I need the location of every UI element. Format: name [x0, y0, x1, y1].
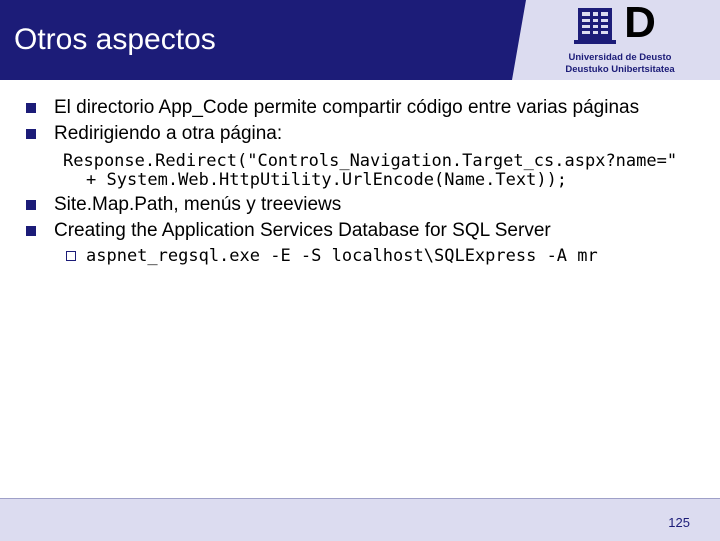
bullet-square-icon: [26, 200, 36, 210]
page-number: 125: [668, 515, 690, 530]
code-line: Response.Redirect("Controls_Navigation.T…: [63, 151, 678, 171]
footer-bar: 125: [0, 498, 720, 541]
bullet-text: Redirigiendo a otra página:: [54, 123, 283, 144]
bullet-text: Creating the Application Services Databa…: [54, 220, 551, 241]
sub-bullet-square-icon: [66, 251, 76, 261]
slide-body: El directorio App_Code permite compartir…: [0, 0, 720, 540]
bullet-square-icon: [26, 129, 36, 139]
bullet-text: Site.Map.Path, menús y treeviews: [54, 194, 342, 215]
bullet-square-icon: [26, 103, 36, 113]
code-line: + System.Web.HttpUtility.UrlEncode(Name.…: [86, 170, 568, 190]
bullet-text: El directorio App_Code permite compartir…: [54, 97, 640, 118]
command-line: aspnet_regsql.exe -E -S localhost\SQLExp…: [86, 246, 598, 266]
bullet-square-icon: [26, 226, 36, 236]
